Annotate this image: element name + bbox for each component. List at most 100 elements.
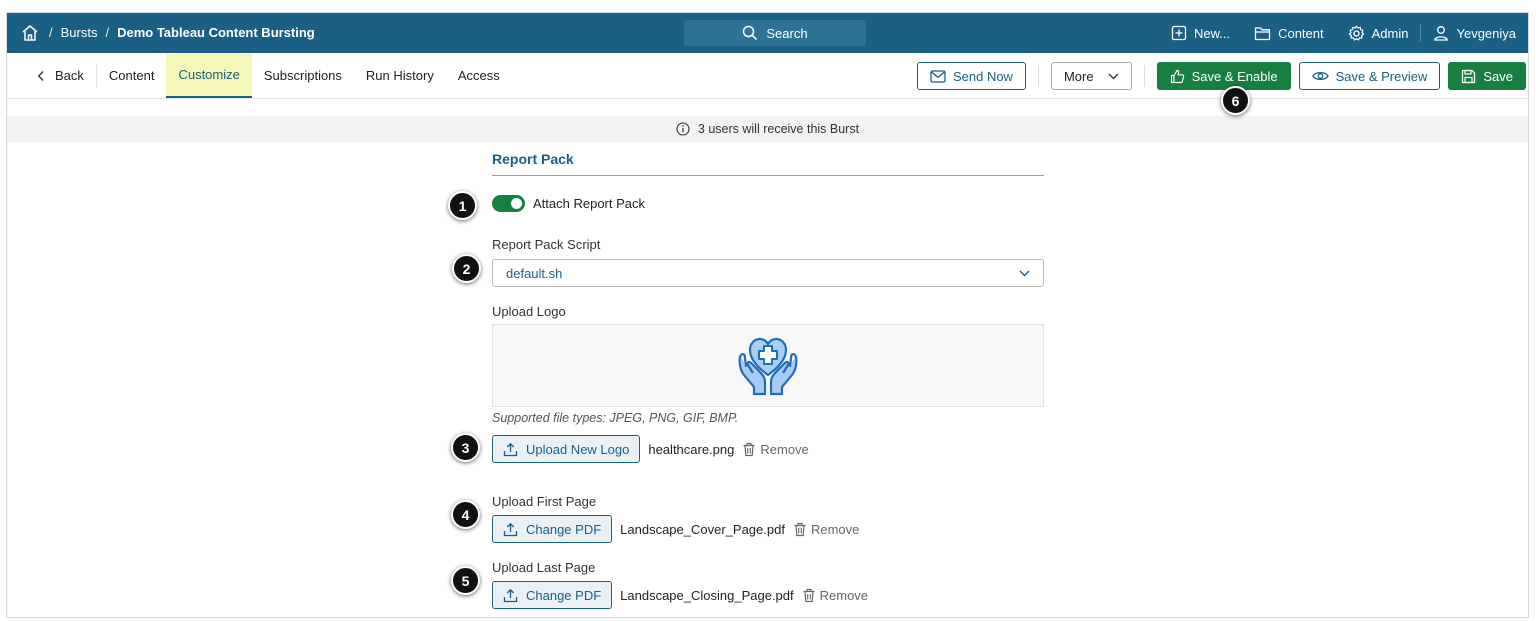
mail-icon	[930, 69, 946, 83]
breadcrumb-current: Demo Tableau Content Bursting	[117, 25, 315, 40]
upload-new-logo-label: Upload New Logo	[526, 441, 630, 457]
user-menu-label: Yevgeniya	[1456, 25, 1516, 41]
breadcrumb-separator: /	[105, 25, 110, 40]
search-icon	[742, 25, 758, 41]
more-button[interactable]: More	[1050, 62, 1132, 90]
top-nav: New... Content Admin Yevgeniya	[1159, 13, 1528, 53]
recipient-info-banner: 3 users will receive this Burst	[7, 116, 1528, 142]
new-menu-label: New...	[1193, 25, 1231, 41]
plus-square-icon	[1171, 25, 1187, 41]
tab-customize[interactable]: Customize	[166, 53, 252, 98]
last-page-upload-row: Change PDF Landscape_Closing_Page.pdf Re…	[492, 581, 868, 609]
save-and-enable-button[interactable]: Save & Enable	[1156, 62, 1291, 90]
upload-new-logo-button[interactable]: Upload New Logo	[492, 435, 641, 463]
sub-bar: Back Content Customize Subscriptions Run…	[7, 53, 1528, 99]
healthcare-hands-heart-icon	[736, 335, 800, 397]
tab-access[interactable]: Access	[446, 53, 512, 98]
save-button[interactable]: Save	[1448, 62, 1526, 90]
top-bar: / Bursts / Demo Tableau Content Bursting…	[7, 13, 1528, 53]
remove-first-page-button[interactable]: Remove	[793, 522, 859, 537]
logo-file-types-hint: Supported file types: JPEG, PNG, GIF, BM…	[492, 411, 739, 425]
tab-content[interactable]: Content	[97, 53, 167, 98]
save-label: Save	[1483, 68, 1513, 84]
first-page-file-name: Landscape_Cover_Page.pdf	[620, 521, 785, 537]
save-and-enable-label: Save & Enable	[1191, 68, 1278, 84]
upload-logo-label: Upload Logo	[492, 304, 566, 319]
info-icon	[676, 122, 690, 136]
report-pack-script-label: Report Pack Script	[492, 237, 601, 252]
attach-report-pack-row: Attach Report Pack	[492, 195, 645, 212]
callout-badge-3: 3	[451, 433, 480, 462]
attach-report-pack-toggle[interactable]	[492, 195, 525, 212]
report-pack-form: Report Pack Attach Report Pack Report Pa…	[492, 151, 1044, 609]
user-icon	[1433, 25, 1449, 41]
trash-icon	[802, 588, 816, 603]
more-label: More	[1063, 68, 1094, 84]
content-menu-label: Content	[1278, 25, 1324, 41]
upload-icon	[503, 522, 518, 537]
home-icon[interactable]	[21, 24, 39, 42]
send-now-label: Send Now	[952, 68, 1013, 84]
remove-last-page-button[interactable]: Remove	[802, 588, 868, 603]
tab-run-history[interactable]: Run History	[354, 53, 446, 98]
callout-badge-5: 5	[451, 566, 480, 595]
content-menu[interactable]: Content	[1242, 13, 1336, 53]
upload-icon	[503, 588, 518, 603]
change-last-page-pdf-label: Change PDF	[526, 587, 602, 603]
chevron-left-icon	[37, 70, 45, 82]
callout-badge-1: 1	[448, 191, 477, 220]
tab-strip: Back Content Customize Subscriptions Run…	[7, 53, 512, 98]
last-page-file-name: Landscape_Closing_Page.pdf	[620, 587, 794, 603]
recipient-info-text: 3 users will receive this Burst	[697, 122, 860, 136]
send-now-button[interactable]: Send Now	[916, 62, 1026, 90]
first-page-upload-row: Change PDF Landscape_Cover_Page.pdf Remo…	[492, 515, 859, 543]
new-menu[interactable]: New...	[1159, 13, 1242, 53]
remove-logo-label: Remove	[760, 441, 809, 457]
trash-icon	[742, 442, 756, 457]
gear-icon	[1348, 25, 1365, 42]
attach-report-pack-label: Attach Report Pack	[533, 196, 645, 211]
callout-badge-6: 6	[1221, 86, 1250, 115]
thumbs-up-icon	[1170, 69, 1185, 84]
upload-last-page-label: Upload Last Page	[492, 560, 596, 575]
eye-icon	[1311, 70, 1329, 82]
chevron-down-icon	[1108, 73, 1119, 80]
breadcrumb: / Bursts / Demo Tableau Content Bursting	[49, 25, 315, 40]
app-window: / Bursts / Demo Tableau Content Bursting…	[6, 12, 1529, 618]
breadcrumb-bursts[interactable]: Bursts	[61, 25, 98, 40]
floppy-disk-icon	[1461, 69, 1476, 84]
change-first-page-pdf-button[interactable]: Change PDF	[492, 515, 613, 543]
chevron-down-icon	[1019, 270, 1030, 277]
toolbar-actions: Send Now More Save & Enable Save & Previ…	[916, 62, 1526, 90]
toolbar-divider	[1037, 65, 1039, 87]
tab-subscriptions[interactable]: Subscriptions	[252, 53, 354, 98]
section-title: Report Pack	[492, 151, 1044, 176]
report-pack-script-select[interactable]: default.sh	[492, 259, 1044, 287]
toolbar-divider	[1143, 65, 1145, 87]
save-and-preview-label: Save & Preview	[1335, 68, 1428, 84]
upload-first-page-label: Upload First Page	[492, 494, 597, 509]
logo-file-name: healthcare.png	[648, 441, 735, 457]
trash-icon	[793, 522, 807, 537]
remove-last-page-label: Remove	[819, 587, 869, 603]
back-button[interactable]: Back	[7, 64, 97, 87]
remove-logo-button[interactable]: Remove	[742, 441, 809, 457]
change-first-page-pdf-label: Change PDF	[526, 521, 602, 537]
upload-icon	[503, 442, 518, 457]
search-label: Search	[766, 25, 808, 41]
callout-badge-2: 2	[452, 254, 481, 283]
admin-menu[interactable]: Admin	[1336, 13, 1421, 53]
search-button[interactable]: Search	[684, 20, 866, 46]
back-label: Back	[55, 68, 84, 83]
breadcrumb-separator: /	[49, 25, 53, 40]
logo-upload-row: Upload New Logo healthcare.png Remove	[492, 435, 809, 463]
user-menu[interactable]: Yevgeniya	[1421, 13, 1528, 53]
remove-first-page-label: Remove	[810, 521, 860, 537]
callout-badge-4: 4	[451, 500, 480, 529]
admin-menu-label: Admin	[1371, 25, 1409, 41]
change-last-page-pdf-button[interactable]: Change PDF	[492, 581, 613, 609]
report-pack-script-value: default.sh	[506, 265, 563, 281]
save-and-preview-button[interactable]: Save & Preview	[1298, 62, 1441, 90]
folder-icon	[1254, 26, 1271, 41]
logo-preview	[492, 324, 1044, 407]
